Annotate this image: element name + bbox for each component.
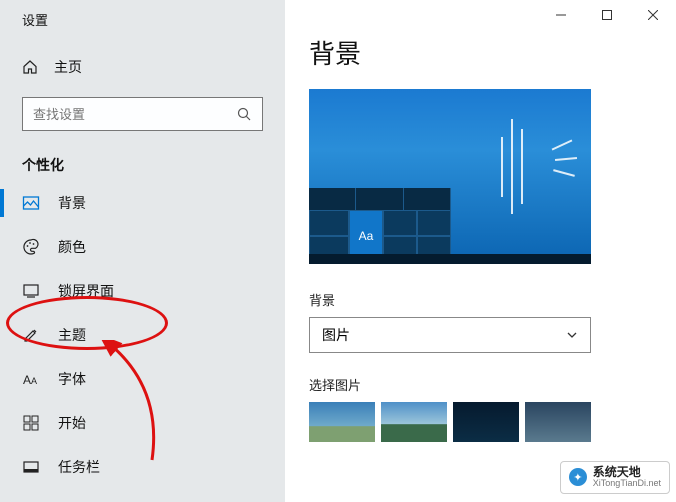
taskbar-icon (22, 458, 40, 476)
thumbnail[interactable] (381, 402, 447, 442)
sidebar-item-label: 任务栏 (58, 457, 100, 477)
background-dropdown[interactable]: 图片 (309, 317, 591, 353)
minimize-button[interactable] (538, 0, 584, 30)
chevron-down-icon (566, 329, 578, 341)
sidebar-item-start[interactable]: 开始 (0, 401, 285, 445)
maximize-button[interactable] (584, 0, 630, 30)
sidebar-item-colors[interactable]: 颜色 (0, 225, 285, 269)
home-nav[interactable]: 主页 (0, 47, 285, 87)
desktop-preview: Aa (309, 89, 591, 264)
home-icon (22, 59, 38, 75)
window-title: 设置 (0, 0, 285, 47)
sidebar-item-taskbar[interactable]: 任务栏 (0, 445, 285, 489)
svg-text:A: A (23, 373, 31, 387)
search-input[interactable] (33, 107, 236, 122)
svg-text:A: A (31, 376, 37, 386)
picture-icon (22, 194, 40, 212)
search-container (0, 87, 285, 143)
palette-icon (22, 238, 40, 256)
background-field-label: 背景 (309, 290, 652, 309)
sidebar-item-label: 背景 (58, 193, 86, 213)
window-controls (538, 0, 676, 30)
close-button[interactable] (630, 0, 676, 30)
lockscreen-icon (22, 282, 40, 300)
thumbnail[interactable] (309, 402, 375, 442)
settings-window: 设置 主页 个性化 背景 颜色 (0, 0, 676, 502)
section-personalization: 个性化 (0, 143, 285, 181)
start-icon (22, 414, 40, 432)
dropdown-value: 图片 (322, 325, 350, 345)
sidebar-item-lockscreen[interactable]: 锁屏界面 (0, 269, 285, 313)
sidebar-item-background[interactable]: 背景 (0, 181, 285, 225)
choose-picture-label: 选择图片 (309, 375, 652, 394)
thumbnail[interactable] (453, 402, 519, 442)
picture-thumbnails (309, 402, 652, 442)
sidebar-item-label: 主题 (58, 325, 86, 345)
sidebar-item-themes[interactable]: 主题 (0, 313, 285, 357)
search-icon (236, 106, 252, 122)
main-panel: 背景 Aa 背景 图片 选择图片 (285, 0, 676, 502)
sidebar: 设置 主页 个性化 背景 颜色 (0, 0, 285, 502)
sidebar-item-label: 字体 (58, 369, 86, 389)
watermark: ✦ 系统天地 XiTongTianDi.net (560, 461, 670, 494)
watermark-text-en: XiTongTianDi.net (593, 479, 661, 489)
sidebar-item-label: 颜色 (58, 237, 86, 257)
watermark-logo-icon: ✦ (569, 468, 587, 486)
sidebar-item-label: 开始 (58, 413, 86, 433)
sidebar-item-fonts[interactable]: AA 字体 (0, 357, 285, 401)
sidebar-item-label: 锁屏界面 (58, 281, 114, 301)
thumbnail[interactable] (525, 402, 591, 442)
font-icon: AA (22, 370, 40, 388)
theme-icon (22, 326, 40, 344)
home-label: 主页 (54, 57, 82, 77)
search-box[interactable] (22, 97, 263, 131)
